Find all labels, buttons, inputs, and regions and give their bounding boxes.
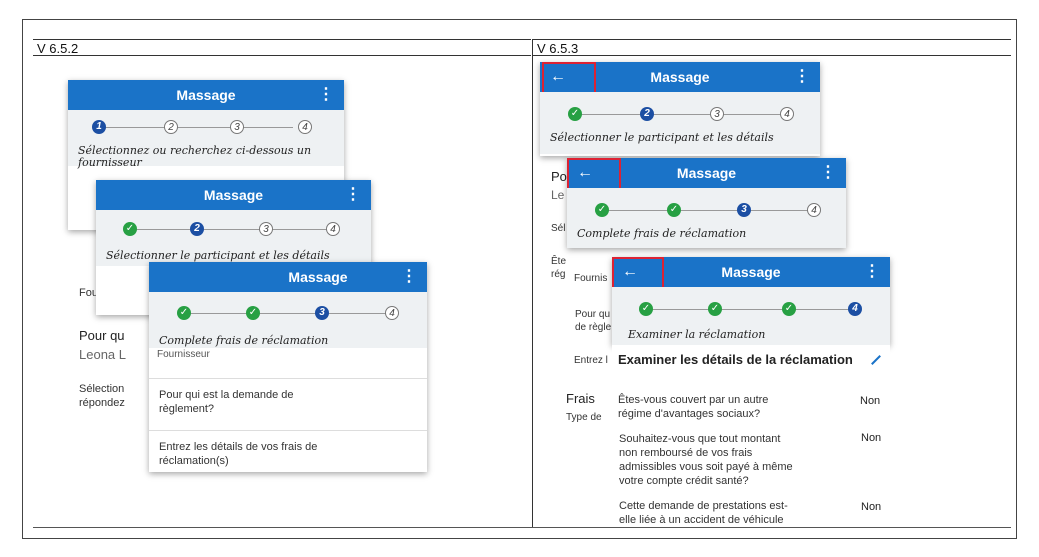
step-description: Sélectionner le participant et les détai… [106, 249, 330, 262]
answer-other-plan: Non [860, 395, 881, 407]
step-1-check-icon: ✓ [639, 302, 653, 316]
step-description: Complete frais de réclamation [577, 227, 747, 240]
step-4-indicator: 4 [385, 306, 399, 320]
step-4-indicator: 4 [780, 107, 794, 121]
right-screen-step2: ← Massage ⋮ ✓ 2 3 4 Sélectionner le part… [540, 62, 820, 156]
reg-partial: rég [551, 269, 566, 280]
app-title: Massage [203, 187, 264, 203]
step-2-check-icon: ✓ [667, 203, 681, 217]
pour-qui-question[interactable]: Pour qui est la demande de règlement? [159, 388, 309, 416]
step-description: Sélectionner le participant et les détai… [550, 131, 774, 144]
step-4-indicator: 4 [848, 302, 862, 316]
question-vehicle-accident: Cette demande de prestations est-elle li… [619, 500, 788, 526]
version-header-right: V 6.5.3 [533, 39, 1011, 56]
bottom-rule [33, 527, 1011, 528]
stepper: 1 2 3 4 Sélectionnez ou recherchez ci-de… [68, 110, 344, 169]
type-partial: Type de [566, 412, 602, 423]
app-title: Massage [288, 269, 348, 285]
de-regle-partial: de règle [575, 322, 612, 333]
pour-qui-partial: Pour qu [79, 328, 125, 343]
version-header-left: V 6.5.2 [33, 39, 531, 56]
pour-qu-partial: Pour qu [575, 309, 611, 320]
fournis-partial: Fournis [574, 273, 608, 284]
frais-partial: Frais [566, 391, 595, 406]
step-4-indicator: 4 [326, 222, 340, 236]
more-menu-icon[interactable]: ⋮ [864, 257, 880, 287]
app-bar: Massage ⋮ [96, 180, 371, 210]
po-partial: Po [551, 169, 567, 184]
stepper: ✓ ✓ 3 4 Complete frais de réclamation [567, 188, 846, 248]
repondez-partial: répondez [79, 397, 125, 409]
more-menu-icon[interactable]: ⋮ [345, 180, 361, 210]
sel-partial: Sél [551, 223, 566, 234]
stepper: ✓ 2 3 4 Sélectionner le participant et l… [540, 92, 820, 154]
back-highlight-box [612, 257, 664, 290]
question-health-account: Souhaitez-vous que tout montant non remb… [619, 433, 793, 487]
review-heading: Examiner les détails de la réclamation [618, 352, 853, 367]
back-highlight-box [542, 62, 596, 94]
stepper: ✓ ✓ ✓ 4 Examiner la réclamation [612, 287, 890, 347]
le-partial: Le [551, 188, 565, 202]
fournisseur-label: Fournisseur [157, 349, 210, 360]
more-menu-icon[interactable]: ⋮ [820, 158, 836, 188]
app-bar: Massage ⋮ [68, 80, 344, 110]
more-menu-icon[interactable]: ⋮ [318, 80, 334, 110]
step-4-indicator: 4 [807, 203, 821, 217]
back-highlight-box [567, 158, 621, 191]
step-1-check-icon: ✓ [177, 306, 191, 320]
pencil-icon[interactable] [871, 355, 881, 365]
step-2-check-icon: ✓ [246, 306, 260, 320]
step-1-check-icon: ✓ [595, 203, 609, 217]
entrez-partial: Entrez l [574, 355, 608, 366]
more-menu-icon[interactable]: ⋮ [401, 262, 417, 292]
step-1-check-icon: ✓ [568, 107, 582, 121]
step-3-indicator: 3 [259, 222, 273, 236]
app-title: Massage [176, 87, 236, 103]
step-4-indicator: 4 [298, 120, 312, 134]
step-1-indicator: 1 [92, 120, 106, 134]
step-description: Examiner la réclamation [628, 328, 766, 341]
left-screen-step3: Massage ⋮ ✓ ✓ 3 4 Complete frais de récl… [149, 262, 427, 472]
step-2-indicator: 2 [164, 120, 178, 134]
step-3-check-icon: ✓ [782, 302, 796, 316]
step-3-indicator: 3 [710, 107, 724, 121]
selection-partial: Sélection [79, 383, 125, 395]
ete-partial: Ête [551, 256, 567, 267]
entrez-details-row[interactable]: Entrez les détails de vos frais de récla… [159, 440, 339, 468]
step-3-indicator: 3 [230, 120, 244, 134]
step-2-indicator: 2 [640, 107, 654, 121]
right-screen-step4: ← Massage ⋮ ✓ ✓ ✓ 4 Examiner la réclamat… [612, 257, 890, 347]
app-bar: Massage ⋮ [149, 262, 427, 292]
question-other-plan: Êtes-vous couvert par un autre régime d'… [618, 394, 769, 420]
step-description: Complete frais de réclamation [159, 334, 329, 347]
leona-partial: Leona L [79, 347, 126, 362]
more-menu-icon[interactable]: ⋮ [794, 62, 810, 92]
stepper: ✓ 2 3 4 Sélectionner le participant et l… [96, 210, 371, 266]
stepper: ✓ ✓ 3 4 Complete frais de réclamation [149, 292, 427, 348]
step-2-check-icon: ✓ [708, 302, 722, 316]
right-screen-step3: ← Massage ⋮ ✓ ✓ 3 4 Complete frais de ré… [567, 158, 846, 248]
step-1-check-icon: ✓ [123, 222, 137, 236]
column-divider [532, 39, 533, 527]
step-3-indicator: 3 [315, 306, 329, 320]
step-description: Sélectionnez ou recherchez ci-dessous un… [78, 144, 312, 169]
step-2-indicator: 2 [190, 222, 204, 236]
answer-health-account: Non [861, 432, 882, 444]
answer-vehicle-accident: Non [861, 501, 882, 513]
step-3-indicator: 3 [737, 203, 751, 217]
